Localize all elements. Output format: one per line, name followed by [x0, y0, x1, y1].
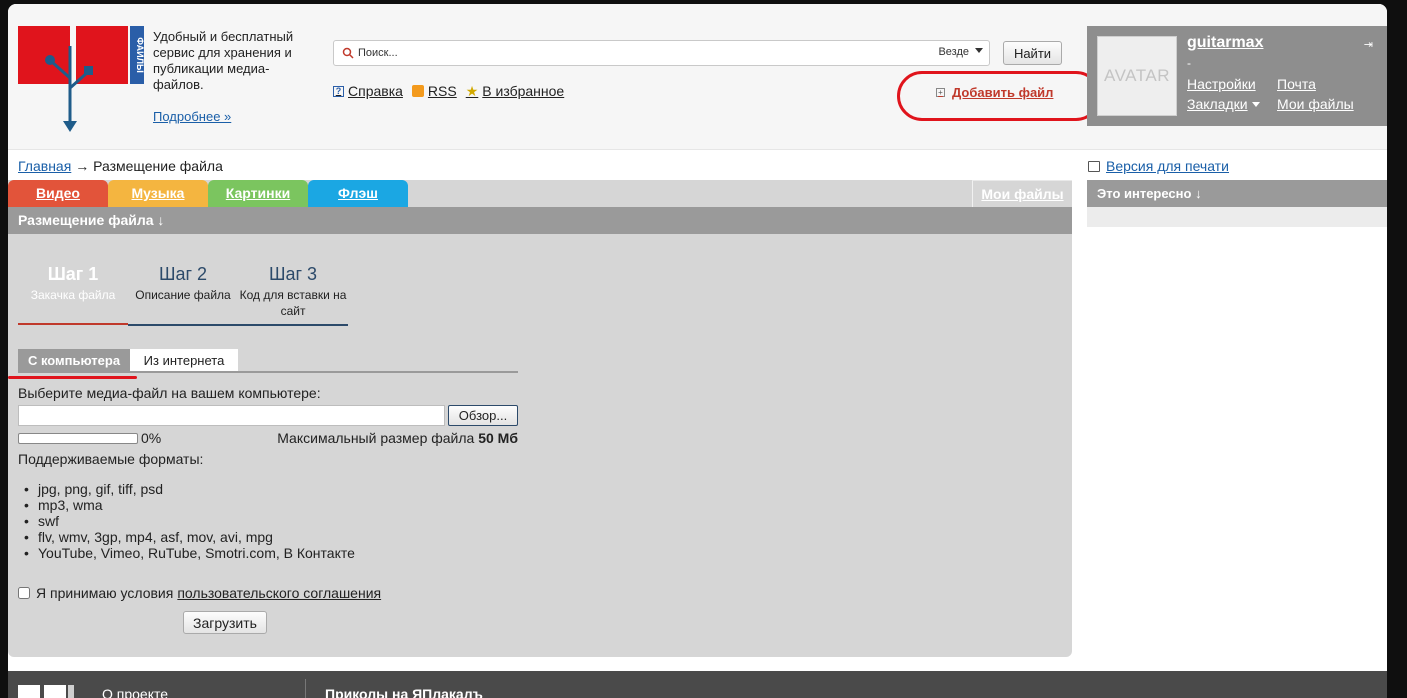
bookmarks-menu[interactable]: Закладки	[1187, 96, 1260, 112]
print-version-link[interactable]: Версия для печати	[1088, 158, 1229, 174]
tab-my-files[interactable]: Мои файлы	[972, 180, 1072, 207]
list-item: flv, wmv, 3gp, mp4, asf, mov, avi, mpg	[24, 529, 355, 545]
rss-link[interactable]: RSS	[411, 83, 457, 99]
list-item: YouTube, Vimeo, RuTube, Smotri.com, В Ко…	[24, 545, 355, 561]
search-scope-select[interactable]: Везде	[938, 46, 983, 58]
step-description: Описание файла	[135, 288, 231, 302]
upload-progress-bar	[18, 433, 138, 444]
breadcrumb-arrow: →	[75, 158, 90, 174]
interesting-header: Это интересно ↓	[1087, 180, 1387, 207]
add-file-label: Добавить файл	[952, 85, 1054, 100]
upload-button[interactable]: Загрузить	[183, 611, 267, 634]
add-file-link[interactable]: + Добавить файл	[936, 85, 1053, 100]
printer-icon	[1088, 160, 1100, 172]
tab-flash[interactable]: Флэш	[308, 180, 408, 207]
site-footer: О проекте Приколы на ЯПлакалъ	[8, 671, 1387, 698]
upload-progress-text: 0%	[141, 430, 162, 446]
bookmarks-label: Закладки	[1187, 96, 1248, 112]
max-size-value: 50 Мб	[478, 430, 518, 446]
step-description: Код для вставки на сайт	[239, 288, 347, 318]
favorites-link[interactable]: ★ В избранное	[466, 83, 565, 99]
step-number: Шаг 1	[47, 264, 99, 284]
user-panel: AVATAR guitarmax - ⇥ Настройки Почта Зак…	[1087, 26, 1387, 126]
plus-icon: +	[936, 88, 945, 97]
source-tabs-divider	[18, 371, 518, 373]
list-item: mp3, wma	[24, 497, 355, 513]
footer-divider	[305, 679, 306, 698]
choose-file-label: Выберите медиа-файл на вашем компьютере:	[18, 385, 321, 401]
breadcrumb-home[interactable]: Главная	[18, 158, 71, 174]
username-link[interactable]: guitarmax	[1187, 34, 1263, 52]
settings-link[interactable]: Настройки	[1187, 76, 1256, 92]
help-link-label: Справка	[348, 83, 403, 99]
terms-link[interactable]: пользовательского соглашения	[177, 585, 381, 601]
user-status: -	[1187, 56, 1191, 70]
terms-text: Я принимаю условия	[36, 585, 174, 601]
print-version-label: Версия для печати	[1106, 158, 1229, 174]
logo-letter-ya	[18, 26, 70, 84]
main-panel: Видео Музыка Картинки Флэш Мои файлы Раз…	[8, 180, 1072, 657]
step-description: Закачка файла	[30, 288, 116, 302]
section-title: Размещение файла ↓	[8, 207, 1072, 234]
list-item: jpg, png, gif, tiff, psd	[24, 481, 355, 497]
favorites-link-label: В избранное	[482, 83, 565, 99]
tab-from-internet[interactable]: Из интернета	[130, 349, 238, 372]
rss-icon	[411, 85, 424, 97]
step-3: Шаг 3 Код для вставки на сайт	[238, 264, 348, 319]
footer-logo[interactable]	[18, 681, 74, 698]
logo-side-text: ФАЙЛЫ	[135, 37, 144, 73]
avatar[interactable]: AVATAR	[1097, 36, 1177, 116]
tab-from-computer[interactable]: С компьютера	[18, 349, 130, 372]
search-scope-value: Везде	[938, 46, 969, 58]
site-header: ФАЙЛЫ Удобный и бесплатный сервис для хр…	[8, 4, 1387, 150]
my-files-link[interactable]: Мои файлы	[1277, 96, 1354, 112]
breadcrumb: Главная → Размещение файла	[18, 158, 223, 174]
footer-jokes-link[interactable]: Приколы на ЯПлакалъ	[325, 686, 483, 698]
step-progress-active	[18, 323, 128, 325]
search-icon	[342, 47, 354, 59]
chevron-down-icon	[975, 48, 983, 53]
step-number: Шаг 2	[158, 264, 208, 284]
more-link[interactable]: Подробнее »	[153, 109, 231, 124]
breadcrumb-current: Размещение файла	[93, 158, 223, 174]
highlight-underline	[8, 376, 137, 379]
search-input[interactable]	[358, 44, 918, 62]
step-progress-pending	[128, 324, 348, 326]
browse-button[interactable]: Обзор...	[448, 405, 518, 426]
page: ФАЙЛЫ Удобный и бесплатный сервис для хр…	[8, 4, 1387, 698]
max-size-label: Максимальный размер файла	[277, 430, 475, 446]
site-tagline: Удобный и бесплатный сервис для хранения…	[153, 29, 294, 92]
max-file-size: Максимальный размер файла 50 Мб	[277, 430, 518, 446]
chevron-down-icon	[1251, 102, 1260, 107]
search-button[interactable]: Найти	[1003, 41, 1062, 65]
footer-about-link[interactable]: О проекте	[102, 686, 168, 698]
logout-icon[interactable]: ⇥	[1364, 38, 1373, 51]
tab-music[interactable]: Музыка	[108, 180, 208, 207]
step-number: Шаг 3	[268, 264, 318, 284]
site-logo[interactable]: ФАЙЛЫ	[18, 16, 144, 134]
file-path-field[interactable]	[18, 405, 445, 426]
formats-list: jpg, png, gif, tiff, psd mp3, wma swf fl…	[24, 481, 355, 561]
terms-checkbox[interactable]	[18, 587, 30, 599]
step-1: Шаг 1 Закачка файла	[18, 264, 128, 303]
step-2: Шаг 2 Описание файла	[128, 264, 238, 303]
list-item: swf	[24, 513, 355, 529]
rss-link-label: RSS	[427, 83, 457, 99]
interesting-panel	[1087, 207, 1387, 227]
tab-video[interactable]: Видео	[8, 180, 108, 207]
quick-links: ? Справка RSS ★ В избранное	[333, 83, 564, 99]
tab-pictures[interactable]: Картинки	[208, 180, 308, 207]
mail-link[interactable]: Почта	[1277, 76, 1316, 92]
search-box: Везде	[333, 40, 990, 66]
help-icon: ?	[333, 85, 344, 97]
help-link[interactable]: ? Справка	[333, 83, 403, 99]
star-icon: ★	[465, 83, 479, 99]
formats-label: Поддерживаемые форматы:	[18, 451, 204, 467]
terms-agreement: Я принимаю условия пользовательского сог…	[18, 585, 381, 601]
